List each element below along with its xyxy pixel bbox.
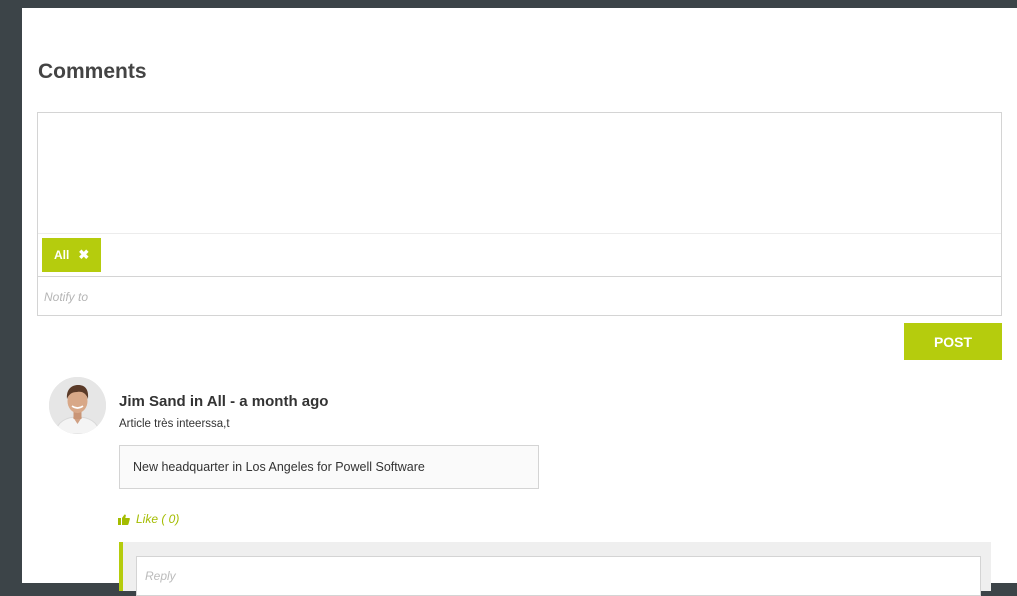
post-button[interactable]: POST [904, 323, 1002, 360]
reply-input[interactable] [136, 556, 981, 596]
like-button[interactable]: Like ( 0) [118, 512, 179, 526]
user-avatar-icon [49, 377, 106, 434]
notify-row [38, 276, 1001, 316]
comment-author-line: Jim Sand in All - a month ago [119, 393, 329, 410]
comment-body: Article très inteerssa,t [119, 418, 230, 430]
notify-to-input[interactable] [38, 277, 1001, 316]
linked-article-card[interactable]: New headquarter in Los Angeles for Powel… [119, 445, 539, 489]
avatar[interactable] [49, 377, 106, 434]
reply-area [119, 542, 991, 596]
like-label: Like ( 0) [136, 512, 180, 526]
audience-tag: All ✖ [42, 238, 102, 272]
page-title: Comments [38, 60, 147, 83]
audience-tag-label: All [54, 248, 70, 262]
thumbs-up-icon [118, 513, 130, 525]
tags-row: All ✖ [38, 233, 1001, 276]
comment-input[interactable] [38, 113, 1001, 233]
remove-tag-icon[interactable]: ✖ [78, 247, 89, 263]
comment-composer: All ✖ [37, 112, 1002, 316]
comments-panel: Comments All ✖ POST Jim Sand in All - a … [22, 8, 1017, 596]
